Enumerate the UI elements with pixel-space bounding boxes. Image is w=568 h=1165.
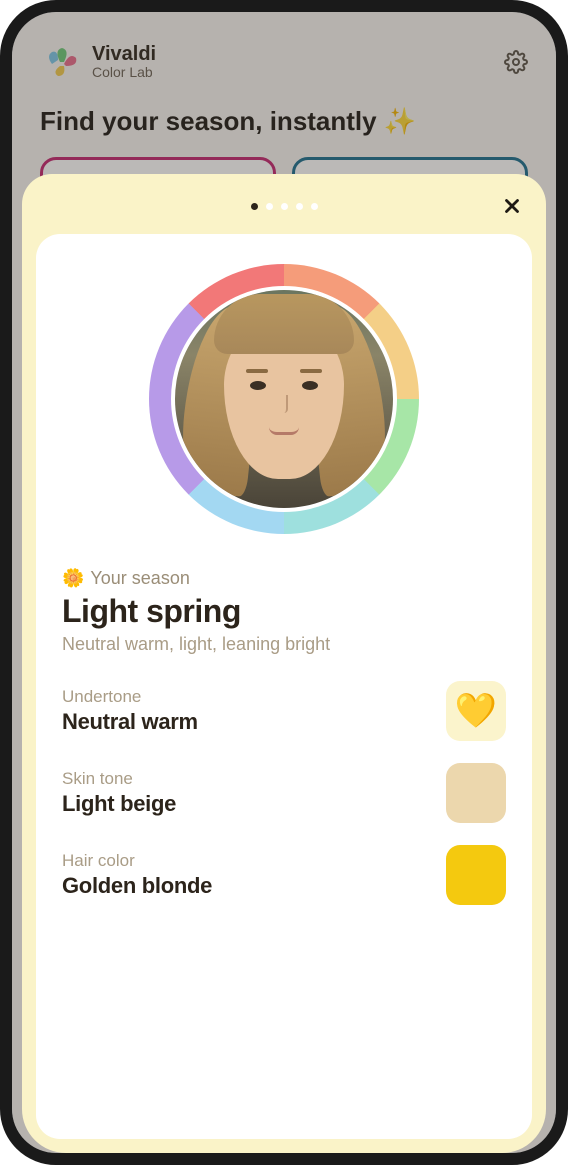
attribute-label: Hair color bbox=[62, 851, 446, 871]
attribute-label: Undertone bbox=[62, 687, 446, 707]
pager-dot[interactable] bbox=[296, 203, 303, 210]
attribute-row-undertone: Undertone Neutral warm 💛 bbox=[62, 681, 506, 741]
avatar-ring bbox=[149, 264, 419, 534]
pager-dot[interactable] bbox=[266, 203, 273, 210]
swatch-undertone: 💛 bbox=[446, 681, 506, 741]
season-name: Light spring bbox=[62, 593, 506, 630]
pager-dot[interactable] bbox=[251, 203, 258, 210]
flower-icon: 🌼 bbox=[62, 568, 84, 588]
season-description: Neutral warm, light, leaning bright bbox=[62, 634, 506, 655]
attribute-value: Neutral warm bbox=[62, 709, 446, 735]
swatch-skintone bbox=[446, 763, 506, 823]
attribute-label: Skin tone bbox=[62, 769, 446, 789]
attribute-value: Light beige bbox=[62, 791, 446, 817]
season-label: 🌼Your season bbox=[62, 568, 506, 589]
heart-icon: 💛 bbox=[455, 691, 497, 731]
attribute-row-skintone: Skin tone Light beige bbox=[62, 763, 506, 823]
pager-dot[interactable] bbox=[311, 203, 318, 210]
user-photo bbox=[175, 290, 393, 508]
pager-dot[interactable] bbox=[281, 203, 288, 210]
pager-dots[interactable] bbox=[251, 203, 318, 210]
attribute-row-haircolor: Hair color Golden blonde bbox=[62, 845, 506, 905]
result-sheet: 🌼Your season Light spring Neutral warm, … bbox=[22, 174, 546, 1153]
result-card: 🌼Your season Light spring Neutral warm, … bbox=[36, 234, 532, 1139]
swatch-haircolor bbox=[446, 845, 506, 905]
attribute-value: Golden blonde bbox=[62, 873, 446, 899]
close-button[interactable] bbox=[496, 190, 528, 222]
